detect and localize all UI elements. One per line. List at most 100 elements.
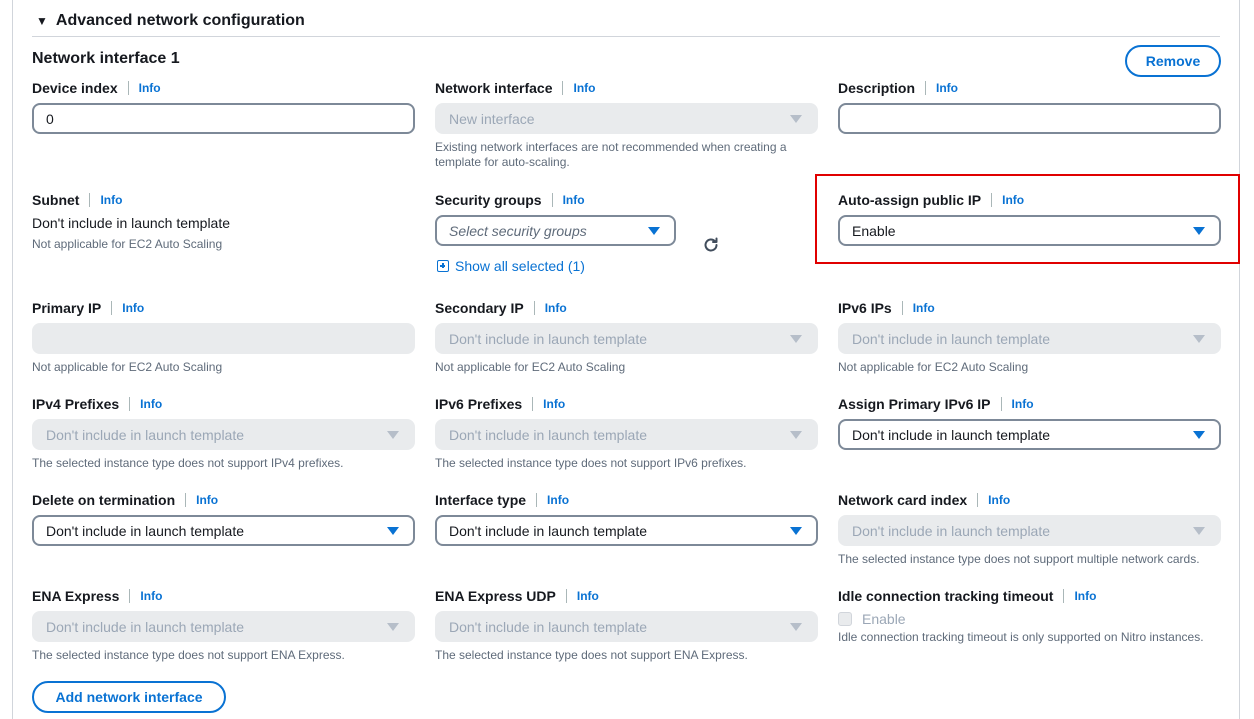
section-divider [32, 36, 1220, 37]
ena-express-select: Don't include in launch template [32, 611, 415, 642]
field-interface-type: Interface type Info Don't include in laun… [435, 491, 818, 546]
field-label: IPv4 Prefixes [32, 396, 120, 412]
field-label: Secondary IP [435, 300, 524, 316]
help-text: Not applicable for EC2 Auto Scaling [838, 360, 1029, 374]
field-device-index: Device index Info 0 [32, 79, 415, 134]
field-description: Description Info [838, 79, 1221, 134]
expand-icon [437, 260, 449, 272]
help-text: The selected instance type does not supp… [435, 456, 747, 470]
show-all-label: Show all selected (1) [455, 258, 585, 274]
info-link[interactable]: Info [988, 493, 1010, 507]
help-text: The selected instance type does not supp… [32, 456, 344, 470]
field-label: IPv6 IPs [838, 300, 892, 316]
field-network-card-index: Network card index Info Don't include in … [838, 491, 1221, 567]
highlight-box [815, 174, 1240, 264]
dropdown-arrow-icon [1193, 527, 1205, 535]
field-security-groups: Security groups Info Select security grou… [435, 191, 676, 246]
info-link[interactable]: Info [545, 301, 567, 315]
info-link[interactable]: Info [913, 301, 935, 315]
subnet-value: Don't include in launch template [32, 215, 231, 231]
dropdown-arrow-icon [387, 527, 399, 535]
dropdown-arrow-icon [790, 115, 802, 123]
field-secondary-ip: Secondary IP Info Don't include in launch… [435, 299, 818, 375]
info-link[interactable]: Info [573, 81, 595, 95]
dropdown-arrow-icon [790, 335, 802, 343]
remove-button[interactable]: Remove [1125, 45, 1221, 77]
network-card-index-select: Don't include in launch template [838, 515, 1221, 546]
dropdown-arrow-icon [790, 623, 802, 631]
dropdown-arrow-icon [1193, 335, 1205, 343]
interface-title: Network interface 1 [32, 50, 180, 67]
help-text: Not applicable for EC2 Auto Scaling [32, 237, 223, 251]
info-link[interactable]: Info [122, 301, 144, 315]
secondary-ip-select: Don't include in launch template [435, 323, 818, 354]
show-all-selected-link[interactable]: Show all selected (1) [437, 258, 585, 274]
ena-express-udp-select: Don't include in launch template [435, 611, 818, 642]
info-link[interactable]: Info [196, 493, 218, 507]
help-text: Not applicable for EC2 Auto Scaling [435, 360, 626, 374]
assign-primary-ipv6-select[interactable]: Don't include in launch template [838, 419, 1221, 450]
info-link[interactable]: Info [100, 193, 122, 207]
field-label: Assign Primary IPv6 IP [838, 396, 991, 412]
field-ipv4-prefixes: IPv4 Prefixes Info Don't include in launc… [32, 395, 415, 471]
help-text: The selected instance type does not supp… [838, 552, 1200, 566]
field-label: Idle connection tracking timeout [838, 588, 1054, 604]
field-delete-on-termination: Delete on termination Info Don't include … [32, 491, 415, 546]
info-link[interactable]: Info [563, 193, 585, 207]
checkbox-icon [838, 612, 852, 626]
field-label: Network card index [838, 492, 968, 508]
description-input[interactable] [838, 103, 1221, 134]
refresh-icon[interactable] [702, 236, 720, 254]
dropdown-arrow-icon [790, 431, 802, 439]
field-ipv6-ips: IPv6 IPs Info Don't include in launch tem… [838, 299, 1221, 375]
dropdown-arrow-icon [387, 623, 399, 631]
field-label: Description [838, 80, 916, 96]
section-header[interactable]: ▼ Advanced network configuration [36, 12, 305, 30]
dropdown-arrow-icon [790, 527, 802, 535]
field-idle-timeout: Idle connection tracking timeout Info Ena… [838, 587, 1221, 645]
checkbox-label: Enable [862, 611, 906, 627]
info-link[interactable]: Info [936, 81, 958, 95]
info-link[interactable]: Info [140, 397, 162, 411]
field-ena-express-udp: ENA Express UDP Info Don't include in lau… [435, 587, 818, 663]
info-link[interactable]: Info [543, 397, 565, 411]
ipv6-ips-select: Don't include in launch template [838, 323, 1221, 354]
dropdown-arrow-icon [1193, 431, 1205, 439]
idle-timeout-checkbox: Enable [838, 611, 1221, 627]
caret-down-icon: ▼ [36, 14, 48, 28]
primary-ip-input [32, 323, 415, 354]
field-label: Security groups [435, 192, 542, 208]
help-text: Not applicable for EC2 Auto Scaling [32, 360, 223, 374]
add-network-interface-button[interactable]: Add network interface [32, 681, 226, 713]
dropdown-arrow-icon [387, 431, 399, 439]
section-title: Advanced network configuration [55, 12, 305, 29]
field-assign-primary-ipv6: Assign Primary IPv6 IP Info Don't include… [838, 395, 1221, 450]
field-network-interface: Network interface Info New interface Exis… [435, 79, 818, 170]
field-label: IPv6 Prefixes [435, 396, 523, 412]
help-text: The selected instance type does not supp… [32, 648, 345, 662]
info-link[interactable]: Info [1012, 397, 1034, 411]
info-link[interactable]: Info [577, 589, 599, 603]
field-label: Interface type [435, 492, 527, 508]
field-label: Delete on termination [32, 492, 176, 508]
info-link[interactable]: Info [140, 589, 162, 603]
field-label: ENA Express [32, 588, 120, 604]
field-subnet: Subnet Info Don't include in launch templ… [32, 191, 415, 252]
security-groups-select[interactable]: Select security groups [435, 215, 676, 246]
info-link[interactable]: Info [1074, 589, 1096, 603]
network-interface-select: New interface [435, 103, 818, 134]
field-ipv6-prefixes: IPv6 Prefixes Info Don't include in launc… [435, 395, 818, 471]
delete-on-termination-select[interactable]: Don't include in launch template [32, 515, 415, 546]
info-link[interactable]: Info [139, 81, 161, 95]
device-index-input[interactable]: 0 [32, 103, 415, 134]
interface-type-select[interactable]: Don't include in launch template [435, 515, 818, 546]
field-label: ENA Express UDP [435, 588, 556, 604]
field-label: Network interface [435, 80, 553, 96]
field-ena-express: ENA Express Info Don't include in launch … [32, 587, 415, 663]
field-label: Device index [32, 80, 118, 96]
field-primary-ip: Primary IP Info Not applicable for EC2 Au… [32, 299, 415, 375]
info-link[interactable]: Info [547, 493, 569, 507]
field-label: Subnet [32, 192, 80, 208]
ipv4-prefixes-select: Don't include in launch template [32, 419, 415, 450]
help-text: The selected instance type does not supp… [435, 648, 748, 662]
